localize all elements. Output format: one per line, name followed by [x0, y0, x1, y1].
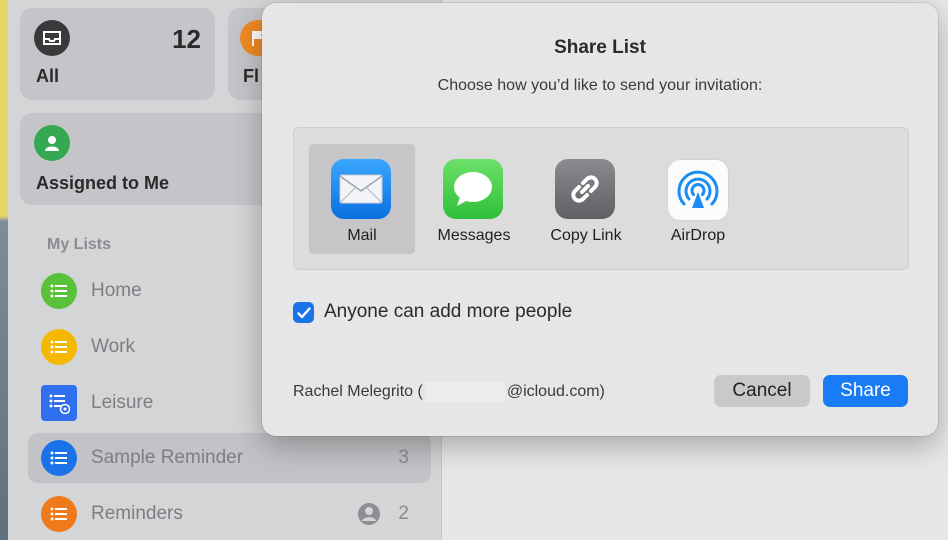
tray-icon — [34, 20, 70, 56]
link-icon — [555, 159, 615, 219]
smart-list-label: All — [36, 66, 60, 86]
smart-list-assigned[interactable]: Assigned to Me — [20, 113, 288, 205]
checkmark-icon — [296, 306, 311, 318]
list-count: 2 — [398, 503, 409, 524]
list-icon — [41, 273, 77, 309]
share-option-airdrop[interactable]: AirDrop — [645, 144, 751, 254]
person-icon — [34, 125, 70, 161]
list-label: Home — [91, 280, 142, 301]
share-option-copy-link[interactable]: Copy Link — [533, 144, 639, 254]
list-label: Reminders — [91, 503, 183, 524]
sidebar-item-reminders[interactable]: Reminders 2 — [28, 489, 431, 539]
smart-list-count: 12 — [172, 24, 201, 54]
airdrop-icon — [667, 159, 729, 221]
smart-list-label: Assigned to Me — [36, 173, 170, 193]
cancel-button[interactable]: Cancel — [714, 375, 810, 407]
shared-list-icon — [41, 385, 77, 421]
account-info: Rachel Melegrito ( @icloud.com) — [293, 382, 605, 402]
checkbox-label[interactable]: Anyone can add more people — [324, 301, 572, 323]
list-icon — [41, 496, 77, 532]
list-count: 3 — [398, 447, 409, 468]
share-button[interactable]: Share — [823, 375, 908, 407]
share-option-label: AirDrop — [670, 227, 726, 244]
list-label: Leisure — [91, 392, 154, 413]
dialog-title: Share List — [554, 37, 646, 58]
share-list-dialog: Share List Choose how you’d like to send… — [262, 3, 938, 436]
list-label: Work — [91, 336, 135, 357]
account-name: Rachel Melegrito ( — [293, 383, 423, 401]
list-icon — [41, 440, 77, 476]
messages-icon — [443, 159, 503, 219]
share-options-panel: Mail Messages Copy Link AirDrop — [293, 127, 909, 270]
mail-icon — [331, 159, 391, 219]
section-title-my-lists: My Lists — [47, 236, 112, 253]
sidebar-item-sample-reminder[interactable]: Sample Reminder 3 — [28, 433, 431, 483]
shared-person-icon — [357, 502, 381, 531]
dialog-subtitle: Choose how you’d like to send your invit… — [437, 77, 763, 94]
list-icon — [41, 329, 77, 365]
desktop-background — [0, 0, 8, 540]
redacted-email — [424, 382, 505, 402]
share-option-messages[interactable]: Messages — [421, 144, 527, 254]
list-label: Sample Reminder — [91, 447, 244, 468]
share-option-mail[interactable]: Mail — [309, 144, 415, 254]
smart-list-label: Fl — [243, 66, 259, 86]
smart-list-all[interactable]: 12 All — [20, 8, 215, 100]
anyone-can-add-checkbox[interactable] — [293, 302, 314, 323]
account-email-domain: @icloud.com) — [506, 383, 605, 401]
